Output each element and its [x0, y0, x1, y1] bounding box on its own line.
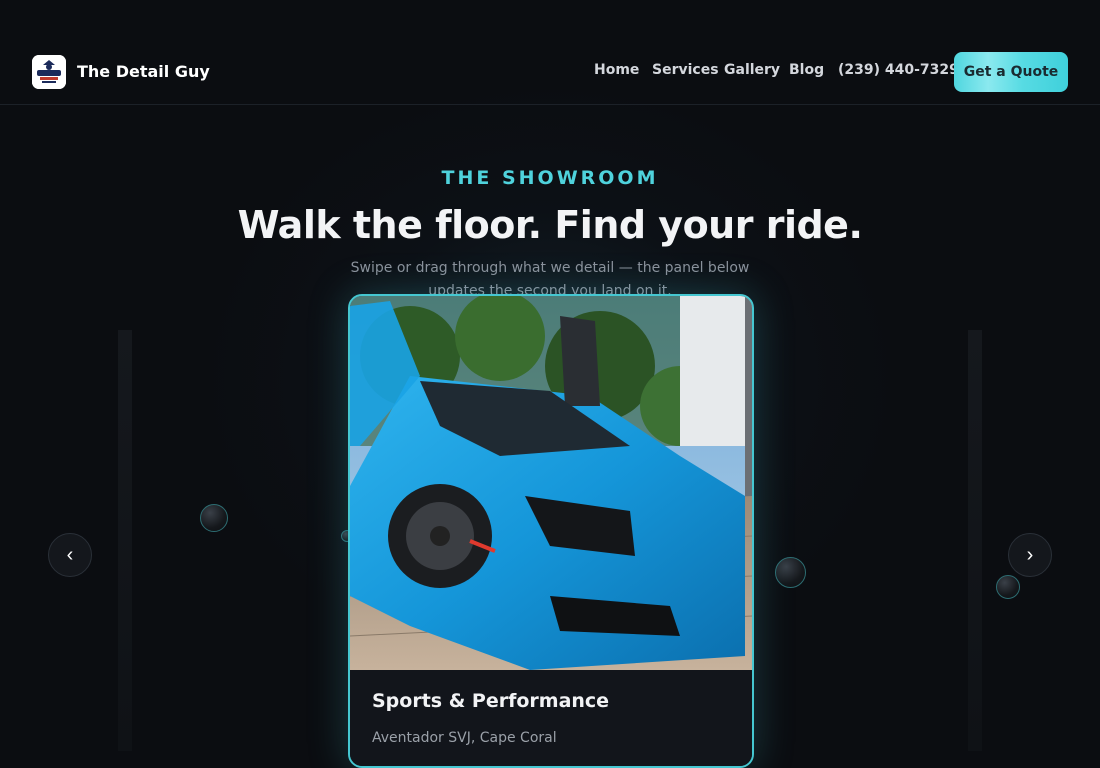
nav-link-home[interactable]: Home — [594, 62, 639, 78]
nav-link-gallery[interactable]: Gallery — [724, 62, 780, 78]
decorative-bubble — [200, 504, 228, 532]
brand-name[interactable]: The Detail Guy — [77, 62, 210, 81]
section-eyebrow: THE SHOWROOM — [441, 167, 659, 189]
nav-link-blog[interactable]: Blog — [789, 62, 824, 78]
nav-link-phone[interactable]: (239) 440-7329 — [838, 62, 959, 78]
page-title: Walk the floor. Find your ride. — [237, 203, 863, 247]
nav-link-services[interactable]: Services — [652, 62, 719, 78]
card-subtitle: Aventador SVJ, Cape Coral — [372, 730, 557, 746]
chevron-left-icon: ‹ — [66, 543, 74, 566]
carousel-prev-button[interactable]: ‹ — [48, 533, 92, 577]
top-navbar: The Detail Guy Home Services Gallery Blo… — [0, 0, 1100, 105]
chevron-right-icon: › — [1026, 543, 1034, 566]
car-photo — [350, 296, 752, 670]
brand-logo[interactable] — [32, 55, 66, 89]
carousel-prev-panel[interactable] — [118, 330, 132, 751]
decorative-bubble — [996, 575, 1020, 599]
carousel-next-panel[interactable] — [968, 330, 982, 751]
decorative-bubble — [775, 557, 806, 588]
card-info: Sports & Performance Aventador SVJ, Cape… — [350, 670, 752, 766]
get-a-quote-button[interactable]: Get a Quote — [954, 52, 1068, 92]
showroom-card-active[interactable]: Sports & Performance Aventador SVJ, Cape… — [348, 294, 754, 768]
carousel-next-button[interactable]: › — [1008, 533, 1052, 577]
card-title: Sports & Performance — [372, 690, 610, 712]
